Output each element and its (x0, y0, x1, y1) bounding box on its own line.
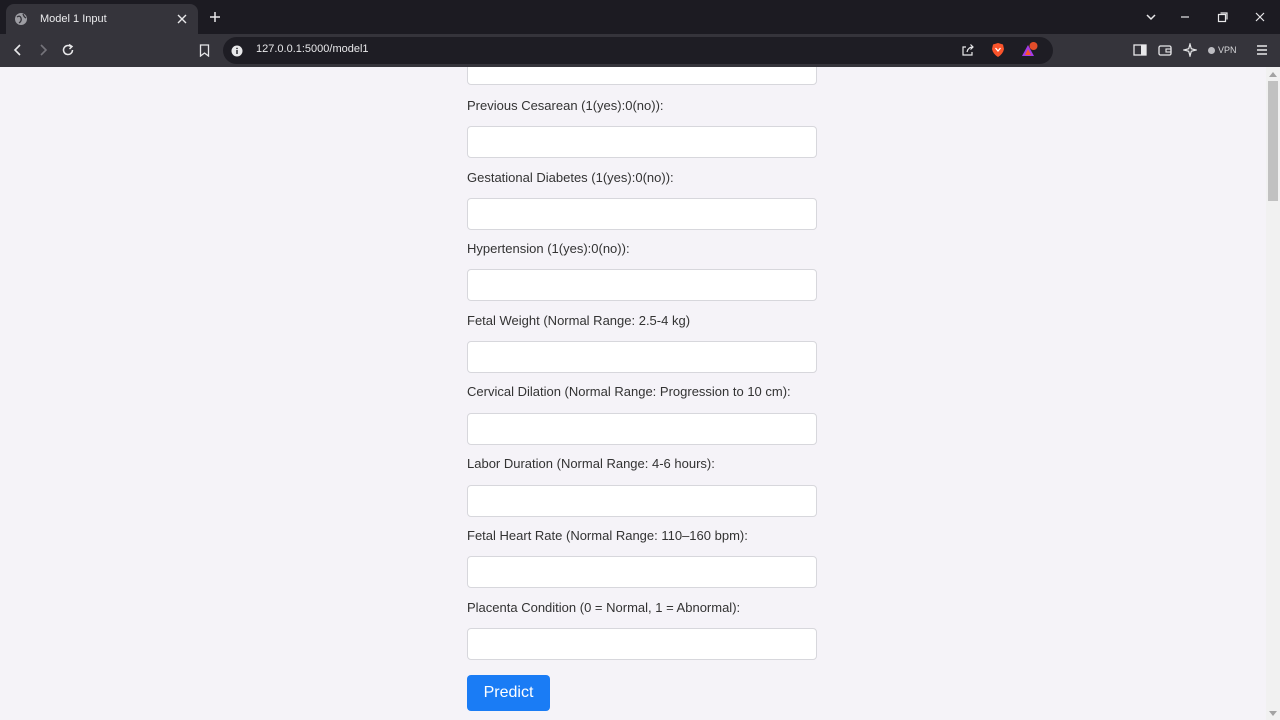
predict-button[interactable]: Predict (467, 675, 550, 711)
cervical-dilation-label: Cervical Dilation (Normal Range: Progres… (467, 384, 791, 399)
minimize-icon[interactable] (1175, 7, 1195, 27)
brave-shields-icon[interactable] (991, 42, 1005, 63)
cervical-dilation-input[interactable] (467, 413, 817, 445)
previous-field-input[interactable] (467, 67, 817, 85)
forward-icon[interactable] (33, 40, 53, 60)
close-window-icon[interactable] (1250, 7, 1270, 27)
page-scrollbar[interactable] (1266, 67, 1280, 720)
brave-rewards-icon[interactable] (1021, 42, 1039, 63)
fetal-heart-rate-input[interactable] (467, 556, 817, 588)
globe-icon (14, 12, 28, 26)
previous-cesarean-label: Previous Cesarean (1(yes):0(no)): (467, 98, 664, 113)
hypertension-label: Hypertension (1(yes):0(no)): (467, 241, 630, 256)
back-icon[interactable] (8, 40, 28, 60)
hypertension-input[interactable] (467, 269, 817, 301)
previous-cesarean-input[interactable] (467, 126, 817, 158)
browser-toolbar: 127.0.0.1:5000/model1 VPN (0, 34, 1280, 67)
fetal-heart-rate-label: Fetal Heart Rate (Normal Range: 110–160 … (467, 528, 748, 543)
placenta-condition-input[interactable] (467, 628, 817, 660)
scrollbar-thumb[interactable] (1268, 81, 1278, 201)
address-bar[interactable]: 127.0.0.1:5000/model1 (223, 37, 1053, 64)
tab-search-icon[interactable] (1141, 7, 1161, 27)
gestational-diabetes-input[interactable] (467, 198, 817, 230)
labor-duration-input[interactable] (467, 485, 817, 517)
leo-ai-icon[interactable] (1180, 40, 1200, 60)
gestational-diabetes-label: Gestational Diabetes (1(yes):0(no)): (467, 170, 674, 185)
tab-title: Model 1 Input (40, 13, 107, 25)
placenta-condition-label: Placenta Condition (0 = Normal, 1 = Abno… (467, 600, 741, 615)
close-tab-icon[interactable] (174, 11, 190, 27)
vpn-status-icon (1208, 46, 1215, 54)
browser-tab[interactable]: Model 1 Input (6, 4, 198, 34)
bookmark-icon[interactable] (194, 40, 214, 60)
wallet-icon[interactable] (1155, 40, 1175, 60)
scroll-down-icon[interactable] (1269, 711, 1277, 716)
restore-icon[interactable] (1212, 7, 1232, 27)
site-info-icon[interactable] (231, 44, 243, 62)
reload-icon[interactable] (58, 40, 78, 60)
tab-strip: Model 1 Input (0, 0, 1280, 34)
page-viewport: Previous Cesarean (1(yes):0(no)): Gestat… (0, 67, 1266, 720)
new-tab-button[interactable] (206, 8, 224, 26)
fetal-weight-label: Fetal Weight (Normal Range: 2.5-4 kg) (467, 313, 691, 328)
vpn-label: VPN (1218, 45, 1237, 55)
share-icon[interactable] (961, 43, 975, 62)
sidebar-icon[interactable] (1130, 40, 1150, 60)
scroll-up-icon[interactable] (1269, 72, 1277, 77)
fetal-weight-input[interactable] (467, 341, 817, 373)
labor-duration-label: Labor Duration (Normal Range: 4-6 hours)… (467, 456, 715, 471)
menu-icon[interactable] (1252, 40, 1272, 60)
vpn-button[interactable]: VPN (1208, 42, 1237, 58)
url-text: 127.0.0.1:5000/model1 (256, 43, 369, 55)
